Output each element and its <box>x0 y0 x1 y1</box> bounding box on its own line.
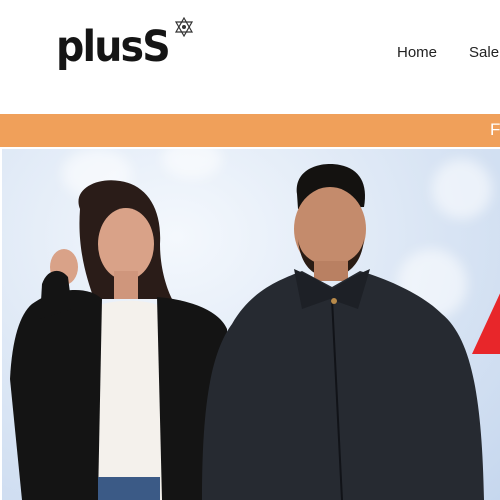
man-model <box>202 164 484 500</box>
nav-item-home[interactable]: Home <box>397 44 437 61</box>
brand-logo[interactable]: plusS <box>56 17 194 78</box>
red-accent-shape <box>472 293 500 354</box>
hero-models-image <box>10 164 500 500</box>
nav-item-sale[interactable]: Sale <box>469 44 499 61</box>
announcement-bar[interactable]: F <box>0 114 500 147</box>
woman-model <box>10 180 234 500</box>
hero-banner[interactable] <box>0 149 500 500</box>
brand-logo-text: plusS <box>56 22 171 72</box>
site-header: plusS Home Sale <box>0 0 500 114</box>
star-of-david-icon <box>174 17 194 37</box>
announcement-text: F <box>490 120 500 139</box>
main-nav: Home Sale <box>397 44 499 61</box>
